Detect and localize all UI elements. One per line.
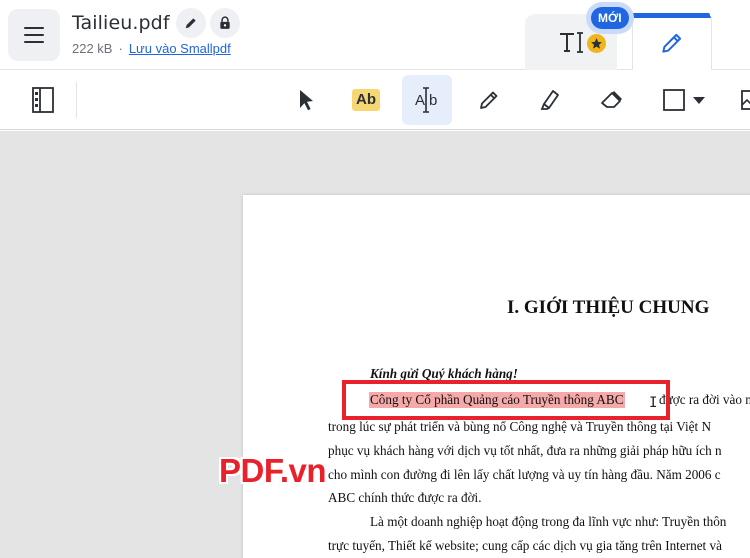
document-viewer[interactable]: I. GIỚI THIỆU CHUNG Kính gửi Quý khách h… — [0, 131, 750, 558]
pdfvn-watermark: PDF.vn — [219, 452, 327, 489]
thumbnails-icon — [32, 87, 54, 113]
menu-button[interactable] — [8, 9, 60, 61]
paragraph-line: cho mình con đường đi lên lấy chất lượng… — [328, 467, 721, 482]
annotation-toolbar: Ab Ab — [0, 70, 750, 130]
paragraph-line: ABC chính thức được ra đời. — [328, 490, 482, 505]
text-edit-icon — [560, 32, 583, 53]
cursor-arrow-icon — [300, 90, 313, 111]
hamburger-icon — [24, 41, 44, 43]
premium-star-icon — [587, 34, 606, 53]
image-icon — [741, 90, 750, 110]
new-badge-trail — [630, 13, 710, 17]
thumbnails-toggle-button[interactable] — [18, 75, 68, 125]
marker-icon — [540, 90, 559, 110]
lock-icon — [220, 16, 230, 29]
text-select-icon: Ab — [412, 87, 442, 113]
image-tool-button[interactable] — [728, 75, 750, 125]
chevron-down-icon — [693, 97, 705, 104]
lock-button[interactable] — [210, 8, 240, 38]
pencil-icon — [480, 91, 498, 109]
select-tool-button[interactable] — [281, 75, 331, 125]
highlight-text-icon: Ab — [352, 89, 380, 111]
pen-icon — [185, 18, 196, 29]
marker-tool-button[interactable] — [525, 75, 575, 125]
highlight-tool-label: Ab — [356, 91, 376, 108]
app-header: Tailieu.pdf 222 kB · Lưu vào Smallpdf MỚ… — [0, 0, 750, 70]
toolbar-divider — [76, 82, 77, 118]
eraser-tool-button[interactable] — [587, 75, 637, 125]
highlight-tool-button[interactable]: Ab — [341, 75, 391, 125]
paragraph-line-1-rest: được ra đời vào n — [659, 392, 750, 407]
annotation-red-box — [342, 380, 670, 420]
eraser-icon — [601, 91, 622, 108]
paragraph-line: trực tuyến, Thiết kế website; cung cấp c… — [328, 538, 722, 553]
paragraph-line: phục vụ khách hàng với dịch vụ tốt nhất,… — [328, 443, 722, 458]
tab-annotate[interactable] — [632, 14, 712, 70]
save-to-smallpdf-link[interactable]: Lưu vào Smallpdf — [129, 41, 231, 56]
file-meta: 222 kB · Lưu vào Smallpdf — [72, 41, 231, 56]
draw-tool-button[interactable] — [464, 75, 514, 125]
hamburger-icon — [24, 34, 44, 36]
text-select-tool-button[interactable]: Ab — [402, 75, 452, 125]
hamburger-icon — [24, 27, 44, 29]
section-heading: I. GIỚI THIỆU CHUNG — [507, 297, 710, 318]
paragraph-line: Là một doanh nghiệp hoạt động trong đa l… — [370, 514, 727, 529]
file-size: 222 kB — [72, 41, 113, 56]
file-name: Tailieu.pdf — [72, 12, 170, 34]
shape-tool-dropdown[interactable] — [655, 75, 713, 125]
pencil-icon — [662, 33, 682, 53]
new-badge: MỚI — [591, 7, 629, 29]
meta-separator: · — [118, 41, 123, 56]
pdf-page[interactable]: I. GIỚI THIỆU CHUNG Kính gửi Quý khách h… — [219, 195, 750, 558]
shape-rectangle-icon — [663, 89, 685, 111]
rename-button[interactable] — [176, 8, 206, 38]
paragraph-line: trong lúc sự phát triển và bùng nổ Công … — [328, 419, 712, 434]
